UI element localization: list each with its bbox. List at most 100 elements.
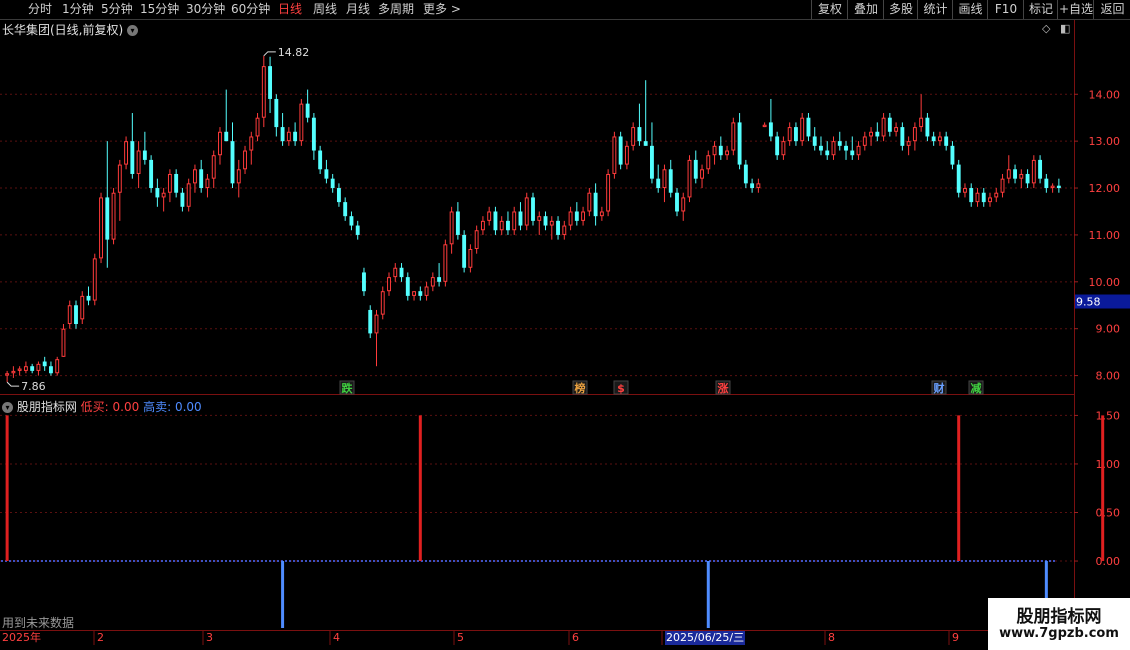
zero-line-dot [513, 560, 515, 563]
zero-line-dot [985, 560, 987, 563]
date-label-3: 4 [333, 631, 340, 644]
zero-line-dot [1025, 560, 1027, 563]
candle-body [142, 150, 147, 160]
zero-line-dot [625, 560, 627, 563]
candle-body [906, 141, 911, 146]
zero-line-dot [689, 560, 691, 563]
price-tick-label: 11.00 [1089, 229, 1121, 242]
candle-body [167, 173, 172, 193]
candle-body [293, 131, 298, 142]
zero-line-dot [373, 560, 375, 563]
zero-line-dot [189, 560, 191, 563]
candle-body [787, 127, 792, 142]
zero-line-dot [97, 560, 99, 563]
candle-body [236, 169, 241, 184]
zero-line-dot [617, 560, 619, 563]
event-marker-1[interactable]: 榜 [575, 381, 586, 395]
candle-body [243, 150, 247, 170]
zero-line-dot [133, 560, 135, 563]
event-marker-2[interactable]: $ [617, 382, 625, 395]
zero-line-dot [657, 560, 659, 563]
zero-line-dot [485, 560, 487, 563]
zero-line-dot [641, 560, 643, 563]
candle-body [324, 169, 329, 179]
candle-body [650, 145, 654, 179]
zero-line-dot [749, 560, 751, 563]
zero-line-dot [1049, 560, 1051, 563]
candle-body [36, 363, 41, 371]
candle-body [981, 192, 986, 203]
candle-body [23, 366, 28, 371]
zero-line-dot [77, 560, 79, 563]
candle-body [950, 145, 955, 165]
candle-body [155, 188, 160, 198]
candle-body [80, 295, 85, 320]
candle-body [599, 211, 604, 217]
candle-body [687, 159, 692, 198]
candle-body [387, 277, 391, 292]
candle-body [261, 66, 266, 118]
candle-body [662, 169, 667, 189]
zero-line-dot [965, 560, 967, 563]
event-marker-0[interactable]: 跌 [342, 381, 354, 395]
zero-line-dot [917, 560, 919, 563]
event-marker-4[interactable]: 财 [933, 381, 945, 395]
date-label-6: 2025/06/25/三 [665, 631, 746, 645]
candle-body [800, 117, 805, 142]
low-buy-value: 0.00 [112, 400, 140, 414]
zero-line-dot [573, 560, 575, 563]
zero-line-dot [93, 560, 95, 563]
zero-line-dot [705, 560, 707, 563]
zero-line-dot [273, 560, 275, 563]
zero-line-dot [565, 560, 567, 563]
zero-line-dot [681, 560, 683, 563]
zero-line-dot [761, 560, 763, 563]
zero-line-dot [813, 560, 815, 563]
zero-line-dot [1009, 560, 1011, 563]
candle-body [1056, 185, 1061, 189]
candle-body [280, 127, 285, 142]
zero-line-dot [489, 560, 491, 563]
zero-line-dot [381, 560, 383, 563]
zero-line-dot [961, 560, 963, 563]
zero-line-dot [605, 560, 607, 563]
zero-line-dot [129, 560, 131, 563]
chevron-down-icon[interactable]: ▾ [2, 402, 13, 413]
candle-body [111, 192, 116, 240]
candle-body [681, 197, 686, 212]
candle-body [1031, 159, 1036, 184]
zero-line-dot [973, 560, 975, 563]
zero-line-dot [889, 560, 891, 563]
candle-body [850, 150, 855, 156]
zero-line-dot [117, 560, 119, 563]
zero-line-dot [833, 560, 835, 563]
zero-line-dot [229, 560, 231, 563]
zero-line-dot [713, 560, 715, 563]
event-marker-3[interactable]: 涨 [718, 381, 729, 395]
candle-body [130, 141, 135, 174]
zero-line-dot [29, 560, 31, 563]
date-label-4: 5 [457, 631, 464, 644]
low-buy-label: 低买: [80, 400, 109, 414]
zero-line-dot [73, 560, 75, 563]
candle-body [931, 136, 936, 142]
zero-line-dot [633, 560, 635, 563]
zero-line-dot [509, 560, 511, 563]
zero-line-dot [1, 560, 3, 563]
zero-line-dot [981, 560, 983, 563]
candle-body [937, 136, 942, 142]
zero-line-dot [949, 560, 951, 563]
candle-body [343, 202, 348, 217]
zero-line-dot [413, 560, 415, 563]
zero-line-dot [977, 560, 979, 563]
event-marker-5[interactable]: 减 [971, 381, 982, 395]
zero-line-dot [885, 560, 887, 563]
zero-line-dot [137, 560, 139, 563]
zero-line-dot [329, 560, 331, 563]
candle-body [618, 136, 623, 165]
candle-body [462, 234, 467, 268]
candle-body [793, 127, 798, 142]
zero-line-dot [613, 560, 615, 563]
candle-body [994, 192, 999, 198]
zero-line-dot [33, 560, 35, 563]
